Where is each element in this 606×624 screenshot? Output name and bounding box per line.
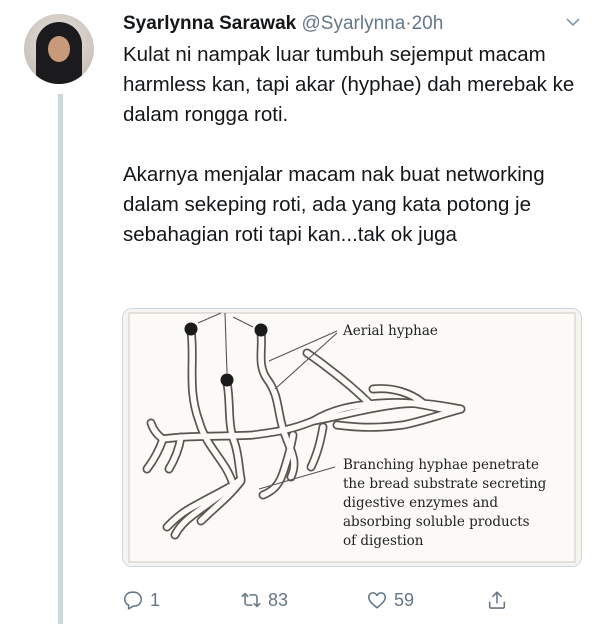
label-aerial-hyphae: Aerial hyphae: [342, 323, 438, 339]
label-branching-line-2: the bread substrate secreting: [343, 476, 547, 492]
tweet-paragraph-1: Kulat ni nampak luar tumbuh sejemput mac…: [123, 43, 575, 126]
reply-button[interactable]: 1: [122, 585, 160, 615]
label-branching-line-5: of digestion: [343, 533, 424, 549]
retweet-button[interactable]: 83: [240, 585, 288, 615]
retweet-count: 83: [268, 589, 289, 610]
reply-icon: [123, 591, 143, 610]
share-button[interactable]: [486, 585, 514, 615]
tweet-time[interactable]: 20h: [412, 13, 444, 34]
like-button[interactable]: 59: [366, 585, 414, 615]
tweet-actions: 1 83 59: [122, 585, 592, 615]
user-handle[interactable]: @Syarlynna: [302, 13, 406, 34]
label-branching-line-4: absorbing soluble products: [343, 514, 530, 530]
share-icon: [488, 591, 506, 609]
avatar[interactable]: [24, 14, 94, 84]
hyphae-diagram: Aerial hyphae Branching hyphae penetrate…: [123, 309, 581, 566]
label-branching-line-1: Branching hyphae penetrate: [343, 457, 539, 473]
reply-count: 1: [150, 589, 161, 610]
tweet-image[interactable]: Aerial hyphae Branching hyphae penetrate…: [122, 308, 582, 567]
like-count: 59: [394, 589, 415, 610]
chevron-down-icon[interactable]: [565, 14, 581, 30]
thread-line: [58, 94, 63, 624]
display-name[interactable]: Syarlynna Sarawak: [123, 13, 296, 34]
retweet-icon: [241, 592, 261, 608]
label-branching-line-3: digestive enzymes and: [343, 495, 498, 511]
avatar-face: [48, 36, 70, 62]
like-icon: [367, 592, 387, 609]
tweet-header: Syarlynna Sarawak @Syarlynna·20h: [123, 11, 586, 37]
tweet-paragraph-2: Akarnya menjalar macam nak buat networki…: [123, 163, 545, 246]
tweet-text: Kulat ni nampak luar tumbuh sejemput mac…: [123, 40, 593, 250]
